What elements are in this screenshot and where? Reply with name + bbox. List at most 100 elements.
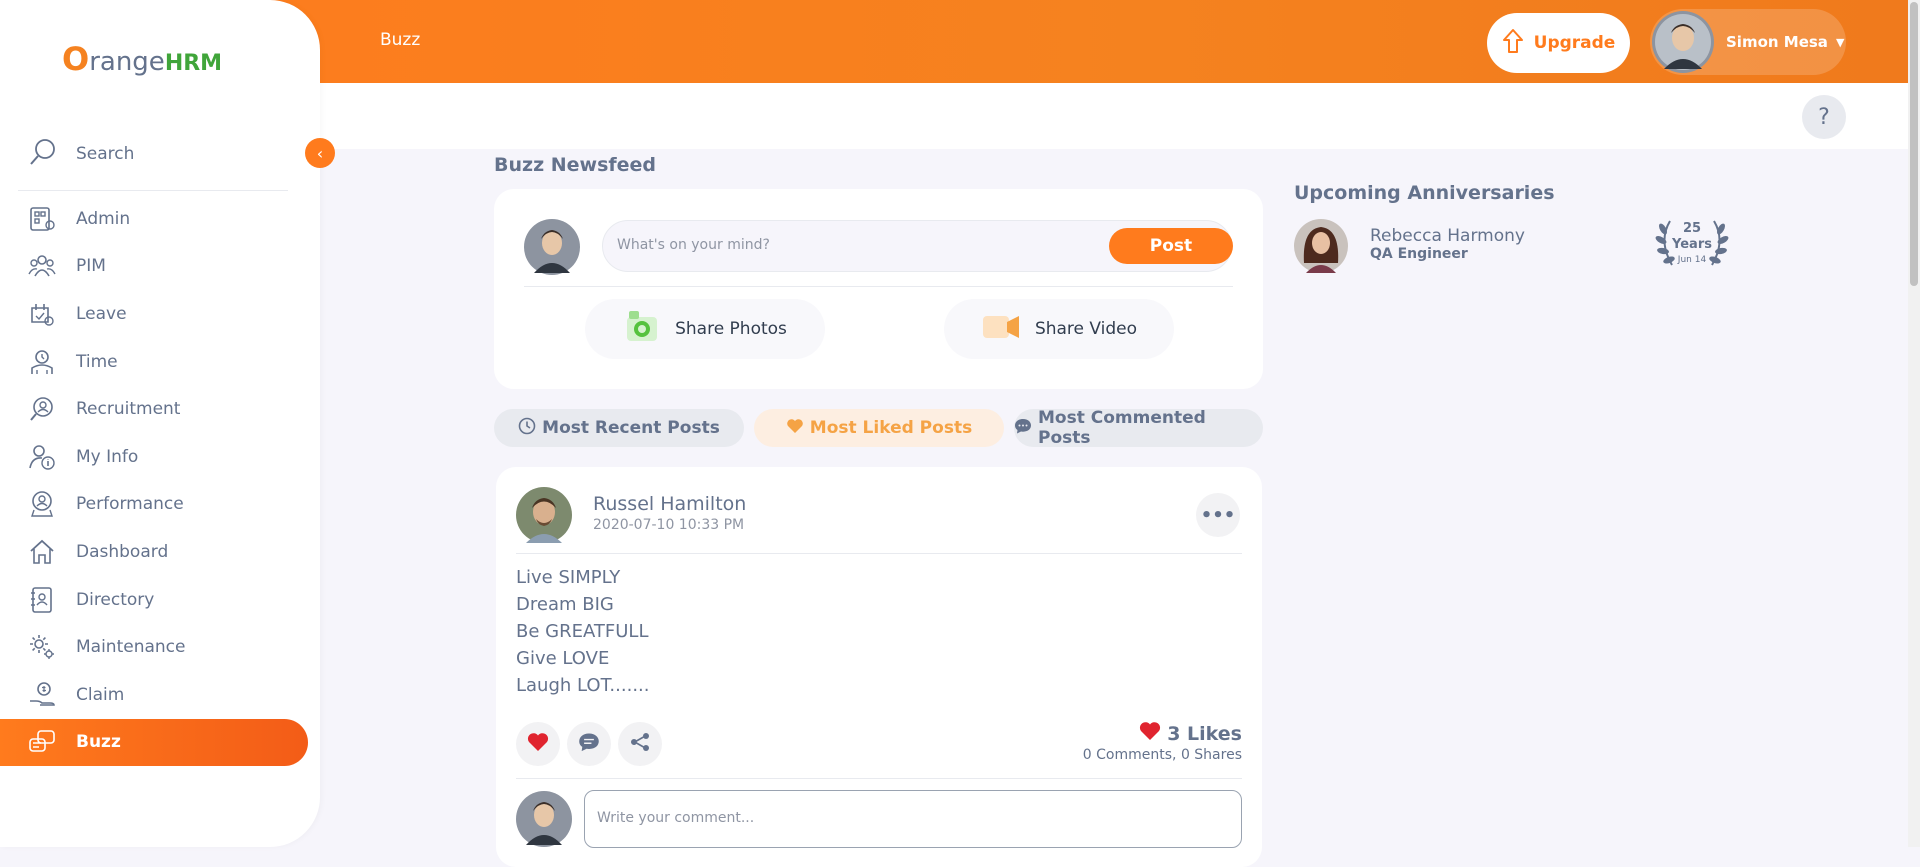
likes-count[interactable]: 3 Likes [1139, 721, 1242, 746]
sidebar-item-buzz[interactable]: Buzz [0, 718, 308, 767]
upgrade-button[interactable]: Upgrade [1487, 13, 1630, 73]
leave-icon [28, 300, 56, 328]
sidebar-item-label: Maintenance [76, 637, 186, 658]
share-icon [629, 731, 651, 757]
post-author[interactable]: Russel Hamilton [593, 493, 746, 515]
tab-most-recent[interactable]: Most Recent Posts [494, 409, 744, 447]
post-line: Live SIMPLY [516, 567, 621, 588]
likes-label: 3 Likes [1167, 722, 1242, 745]
time-icon [28, 348, 56, 376]
buzz-icon [28, 728, 56, 756]
years-label: Years [1672, 237, 1712, 252]
post-line: Give LOVE [516, 648, 610, 669]
avatar [524, 219, 580, 275]
anniversary-date: Jun 14 [1677, 255, 1707, 265]
heart-icon [527, 732, 549, 756]
comment-button[interactable] [567, 722, 611, 766]
heart-icon [1139, 721, 1161, 746]
camera-icon [623, 309, 661, 350]
share-video-button[interactable]: Share Video [944, 299, 1174, 359]
sidebar-item-my-info[interactable]: My Info [0, 433, 308, 481]
logo-range: range [89, 47, 165, 77]
sidebar-item-directory[interactable]: Directory [0, 576, 308, 624]
sidebar-item-label: Claim [76, 684, 125, 705]
comment-input-placeholder: Write your comment... [597, 810, 755, 826]
share-video-label: Share Video [1034, 319, 1138, 339]
post-date: 2020-07-10 10:33 PM [593, 517, 745, 533]
sidebar-item-label: Recruitment [76, 399, 181, 420]
search-icon [28, 137, 58, 171]
post-divider [516, 553, 1242, 554]
tab-label: Most Liked Posts [809, 418, 973, 438]
tab-most-liked[interactable]: Most Liked Posts [754, 409, 1004, 447]
video-camera-icon [981, 312, 1021, 347]
tab-most-commented[interactable]: Most Commented Posts [1014, 408, 1263, 448]
post-button[interactable]: Post [1109, 228, 1233, 264]
logo: OrangeHRM [62, 40, 222, 78]
compose-card: What's on your mind? Post Share Photos S… [494, 189, 1263, 389]
tab-label: Most Recent Posts [542, 418, 720, 438]
people-icon [28, 252, 56, 280]
sidebar-item-dashboard[interactable]: Dashboard [0, 528, 308, 576]
comment-icon [578, 731, 600, 757]
post-line: Be GREATFULL [516, 621, 649, 642]
logo-hrm: HRM [164, 51, 223, 76]
sidebar-item-label: Admin [76, 208, 131, 229]
years-number: 25 [1682, 221, 1702, 236]
user-avatar [1652, 11, 1714, 73]
recruitment-icon [28, 395, 56, 423]
sub-header [320, 83, 1908, 149]
share-photos-button[interactable]: Share Photos [585, 299, 825, 359]
sidebar-item-recruitment[interactable]: Recruitment [0, 385, 308, 433]
sidebar-item-label: My Info [76, 446, 139, 467]
performance-icon [28, 490, 56, 518]
user-name: Simon Mesa [1726, 33, 1828, 51]
sidebar-collapse-button[interactable]: ‹ [305, 138, 335, 168]
sidebar-item-time[interactable]: Time [0, 338, 308, 386]
scrollbar-thumb[interactable] [1910, 2, 1918, 286]
more-icon: ••• [1200, 504, 1236, 526]
tab-label: Most Commented Posts [1038, 408, 1206, 448]
post-input-placeholder: What's on your mind? [617, 237, 770, 253]
sidebar-item-label: Performance [76, 494, 184, 515]
anniversary-role: QA Engineer [1370, 246, 1468, 262]
post-line: Dream BIG [516, 594, 614, 615]
claim-icon [28, 681, 56, 709]
directory-icon [28, 586, 56, 614]
sidebar-item-performance[interactable]: Performance [0, 481, 308, 529]
sidebar-item-leave[interactable]: Leave [0, 290, 308, 338]
author-avatar [516, 487, 572, 543]
post-line: Laugh LOT....... [516, 675, 650, 696]
comment-input[interactable]: Write your comment... [584, 790, 1242, 848]
post-options-button[interactable]: ••• [1196, 493, 1240, 537]
post-input[interactable]: What's on your mind? Post [602, 220, 1233, 272]
compose-divider [524, 286, 1233, 287]
help-button[interactable]: ? [1802, 95, 1846, 139]
page-title: Buzz Newsfeed [494, 154, 657, 176]
share-photos-label: Share Photos [675, 319, 787, 339]
sidebar-item-admin[interactable]: Admin [0, 195, 308, 243]
chevron-left-icon: ‹ [316, 143, 324, 163]
sidebar-item-claim[interactable]: Claim [0, 671, 308, 719]
sidebar-item-label: Dashboard [76, 541, 169, 562]
sidebar-item-label: Time [76, 351, 118, 372]
share-button[interactable] [618, 722, 662, 766]
sidebar-item-label: PIM [76, 256, 106, 277]
sidebar-item-maintenance[interactable]: Maintenance [0, 623, 308, 671]
like-button[interactable] [516, 722, 560, 766]
sidebar-search[interactable]: Search [28, 137, 134, 171]
caret-down-icon: ▼ [1835, 35, 1845, 49]
heart-icon [786, 418, 804, 439]
post-card: Russel Hamilton 2020-07-10 10:33 PM ••• … [496, 467, 1262, 867]
my-info-icon [28, 443, 56, 471]
clock-icon [518, 417, 536, 440]
home-icon [28, 538, 56, 566]
user-menu[interactable]: Simon Mesa ▼ [1650, 9, 1846, 75]
sidebar-item-pim[interactable]: PIM [0, 243, 308, 291]
anniversary-name: Rebecca Harmony [1370, 226, 1525, 246]
post-body: Live SIMPLY Dream BIG Be GREATFULL Give … [516, 564, 650, 699]
anniversary-avatar [1294, 219, 1348, 273]
sidebar-item-label: Buzz [76, 732, 121, 753]
admin-icon [28, 205, 56, 233]
post-divider [516, 778, 1242, 779]
